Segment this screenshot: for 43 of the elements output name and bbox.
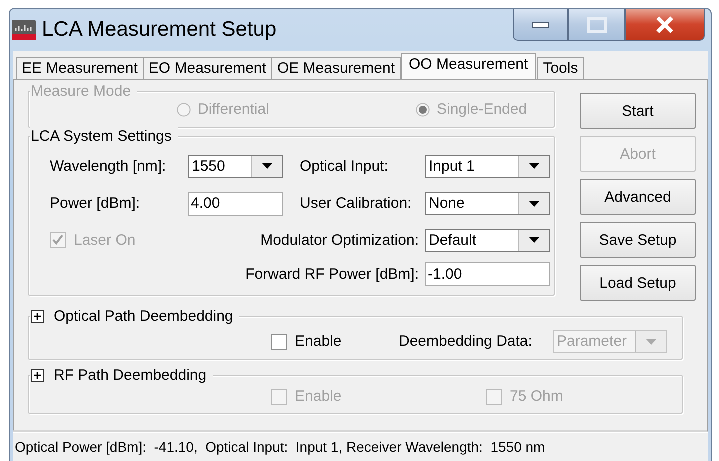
- input-field[interactable]: -1.00: [425, 262, 550, 286]
- tab[interactable]: OO Measurement: [400, 53, 536, 79]
- expand-icon[interactable]: [31, 310, 44, 322]
- close-icon: [655, 16, 675, 34]
- field-label: Optical Input:: [300, 158, 390, 174]
- button[interactable]: Advanced: [580, 179, 696, 215]
- tab[interactable]: EE Measurement: [16, 57, 144, 79]
- group-label: Measure Mode: [31, 82, 132, 100]
- maximize-button[interactable]: [568, 9, 625, 41]
- minimize-icon: [532, 20, 550, 28]
- input-field[interactable]: 4.00: [188, 192, 283, 216]
- field-label: Deembedding Data:: [399, 333, 534, 350]
- field-label: Wavelength [nm]:: [50, 158, 168, 174]
- window-title: LCA Measurement Setup: [42, 18, 278, 42]
- caret-icon: [528, 237, 540, 243]
- dropdown[interactable]: 1550: [188, 154, 283, 178]
- maximize-icon: [586, 16, 606, 32]
- caret-icon: [262, 163, 272, 169]
- checkbox[interactable]: [271, 334, 287, 350]
- button[interactable]: Load Setup: [580, 265, 696, 301]
- checkbox-label[interactable]: Enable: [295, 333, 342, 350]
- close-button[interactable]: [625, 9, 705, 41]
- tab[interactable]: OE Measurement: [271, 57, 401, 79]
- caret-icon: [528, 163, 540, 169]
- expand-icon[interactable]: [31, 368, 44, 382]
- group-label: RF Path Deembedding: [54, 366, 207, 384]
- tab[interactable]: Tools: [537, 57, 584, 79]
- field-label: Forward RF Power [dBm]:: [244, 266, 420, 282]
- button[interactable]: Start: [580, 93, 696, 129]
- caret-icon: [528, 200, 540, 206]
- dropdown[interactable]: Input 1: [425, 154, 550, 178]
- group-label: Optical Path Deembedding: [54, 308, 234, 324]
- dropdown[interactable]: Default: [425, 228, 550, 252]
- field-label: Modulator Optimization:: [260, 232, 420, 248]
- minimize-button[interactable]: [513, 9, 568, 41]
- group-label: LCA System Settings: [31, 128, 172, 144]
- app-logo-icon: [12, 20, 36, 40]
- field-label: Power [dBm]:: [50, 195, 142, 212]
- caret-icon: [646, 338, 656, 344]
- field-label: User Calibration:: [300, 195, 413, 212]
- dropdown[interactable]: None: [425, 192, 550, 215]
- status-text: Optical Power [dBm]: -41.10, Optical Input: Input 1, Receiver Wavelength: 1550 nm: [15, 439, 546, 455]
- button[interactable]: Save Setup: [580, 222, 696, 258]
